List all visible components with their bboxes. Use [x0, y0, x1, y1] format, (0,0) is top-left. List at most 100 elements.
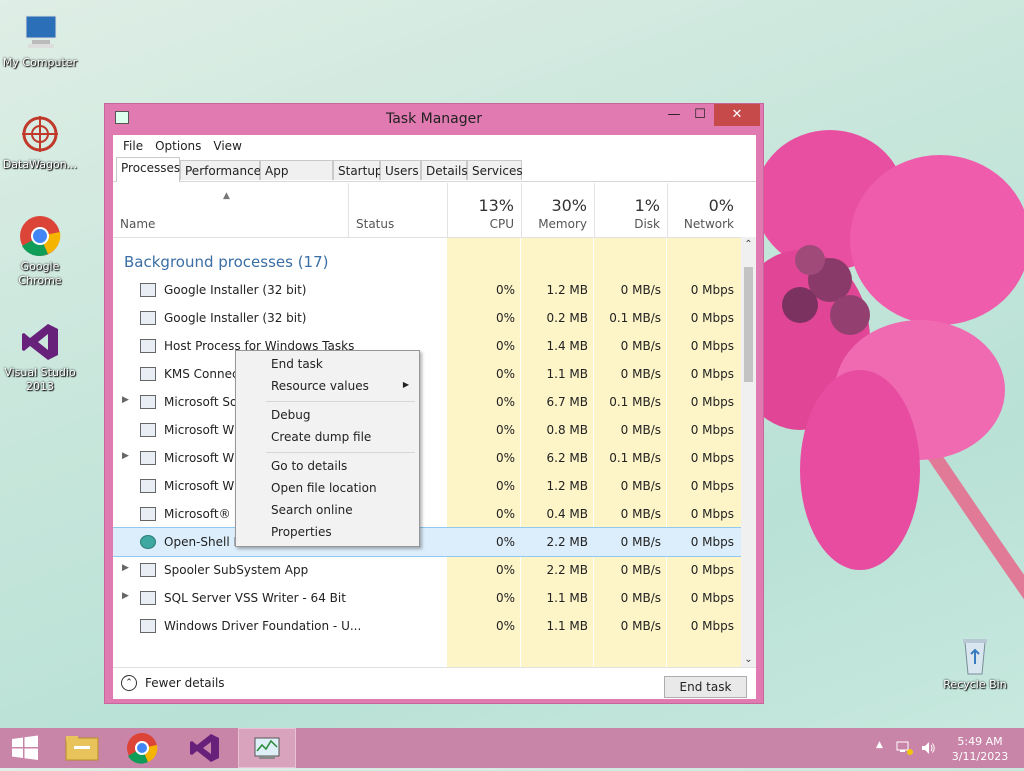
process-mem-value: 6.7 MB: [546, 395, 588, 409]
ctx-go-to-details[interactable]: Go to details: [271, 459, 347, 473]
process-row[interactable]: ▶ SQL Server VSS Writer - 64 Bit 0% 1.1 MB 0…: [113, 584, 741, 612]
volume-icon[interactable]: [920, 740, 936, 756]
desktop-icon-label: DataWagon...: [2, 158, 78, 171]
expand-arrow-icon[interactable]: ▶: [122, 563, 129, 573]
process-net-value: 0 Mbps: [690, 479, 734, 493]
fewer-details-label: Fewer details: [145, 676, 225, 690]
datawagon-icon: [18, 112, 62, 156]
menu-view[interactable]: View: [207, 139, 247, 153]
process-row[interactable]: KMS Connect 0% 1.1 MB 0 MB/s 0 Mbps: [113, 360, 741, 388]
computer-icon: [18, 10, 62, 54]
process-icon: [140, 591, 156, 605]
process-row[interactable]: Microsoft Win 0% 1.2 MB 0 MB/s 0 Mbps: [113, 472, 741, 500]
desktop-icon-my-computer[interactable]: My Computer: [0, 10, 80, 70]
ctx-search-online[interactable]: Search online: [271, 503, 353, 517]
process-icon: [140, 423, 156, 437]
process-net-value: 0 Mbps: [690, 311, 734, 325]
process-cpu-value: 0%: [495, 563, 515, 577]
process-row[interactable]: Windows Driver Foundation - U... 0% 1.1 MB…: [113, 612, 741, 640]
process-mem-value: 1.2 MB: [546, 283, 588, 297]
process-icon: [140, 563, 156, 577]
minimize-button[interactable]: —: [660, 104, 688, 126]
process-name: Microsoft Win: [164, 451, 245, 465]
tab-processes[interactable]: Processes: [116, 157, 180, 182]
process-name: Spooler SubSystem App: [164, 563, 309, 577]
process-net-value: 0 Mbps: [690, 395, 734, 409]
tab-app-history[interactable]: App history: [260, 160, 333, 198]
title-bar[interactable]: Task Manager — ☐ ✕: [105, 104, 763, 132]
desktop-icon-recycle-bin[interactable]: Recycle Bin: [935, 632, 1015, 692]
system-tray: ▲: [874, 728, 944, 768]
process-icon: [140, 283, 156, 297]
taskbar-visual-studio[interactable]: [178, 728, 230, 768]
fewer-details-toggle[interactable]: ⌃ Fewer details: [121, 675, 225, 691]
client-area: File Options View Processes Performance …: [113, 135, 756, 699]
recycle-bin-icon: [953, 632, 997, 676]
taskbar-chrome[interactable]: [116, 728, 168, 768]
tab-details[interactable]: Details: [421, 160, 468, 180]
process-row[interactable]: Open-Shell Menu 0% 2.2 MB 0 MB/s 0 Mbps: [113, 527, 742, 557]
desktop-icon-google-chrome[interactable]: Google Chrome: [0, 214, 80, 288]
close-button[interactable]: ✕: [714, 104, 760, 126]
scroll-down-icon[interactable]: ⌄: [741, 654, 756, 665]
tab-users[interactable]: Users: [380, 160, 421, 180]
ctx-properties[interactable]: Properties: [271, 525, 332, 539]
ctx-end-task[interactable]: End task: [271, 357, 323, 371]
ctx-create-dump-file[interactable]: Create dump file: [271, 430, 371, 444]
group-background-processes[interactable]: Background processes (17): [124, 253, 329, 271]
expand-arrow-icon[interactable]: ▶: [122, 591, 129, 601]
col-network[interactable]: 0% Network: [667, 183, 741, 237]
task-manager-icon: [254, 737, 280, 759]
col-memory[interactable]: 30% Memory: [521, 183, 594, 237]
process-icon: [140, 367, 156, 381]
scrollbar-thumb[interactable]: [744, 267, 753, 382]
process-icon: [140, 507, 156, 521]
start-button[interactable]: [0, 728, 52, 768]
memory-label: Memory: [538, 217, 587, 231]
ctx-open-file-location[interactable]: Open file location: [271, 481, 377, 495]
maximize-button[interactable]: ☐: [686, 104, 714, 126]
process-row[interactable]: ▶ Microsoft Soft 0% 6.7 MB 0.1 MB/s 0 Mbps: [113, 388, 741, 416]
desktop-icon-visual-studio[interactable]: Visual Studio 2013: [0, 320, 80, 394]
sort-up-icon: ▲: [223, 191, 230, 201]
expand-arrow-icon[interactable]: ▶: [122, 395, 129, 405]
vertical-scrollbar[interactable]: ⌃ ⌄: [741, 237, 756, 667]
cpu-label: CPU: [489, 217, 514, 231]
process-row[interactable]: Google Installer (32 bit) 0% 0.2 MB 0.1 MB/…: [113, 304, 741, 332]
process-row[interactable]: Microsoft® G 0% 0.4 MB 0 MB/s 0 Mbps: [113, 500, 741, 528]
col-disk[interactable]: 1% Disk: [594, 183, 667, 237]
col-status[interactable]: Status: [348, 183, 447, 237]
scroll-up-icon[interactable]: ⌃: [741, 239, 756, 250]
tab-services[interactable]: Services: [467, 160, 523, 180]
ctx-debug[interactable]: Debug: [271, 408, 310, 422]
ctx-resource-values[interactable]: Resource values: [271, 379, 369, 393]
process-icon: [140, 311, 156, 325]
desktop-icon-datawagon[interactable]: DataWagon...: [0, 112, 80, 172]
process-row[interactable]: Host Process for Windows Tasks 0% 1.4 MB 0 …: [113, 332, 741, 360]
process-name: Google Installer (32 bit): [164, 283, 307, 297]
tab-startup[interactable]: Startup: [333, 160, 383, 180]
taskbar-file-explorer[interactable]: [56, 728, 108, 768]
clock[interactable]: 5:49 AM 3/11/2023: [944, 734, 1016, 764]
process-disk-value: 0 MB/s: [620, 619, 661, 633]
process-row[interactable]: Microsoft Win 0% 0.8 MB 0 MB/s 0 Mbps: [113, 416, 741, 444]
menu-file[interactable]: File: [117, 139, 149, 153]
process-disk-value: 0 MB/s: [620, 591, 661, 605]
process-row[interactable]: ▶ Spooler SubSystem App 0% 2.2 MB 0 MB/s 0 Mb…: [113, 556, 741, 584]
process-disk-value: 0 MB/s: [620, 367, 661, 381]
network-icon[interactable]: [896, 740, 914, 756]
tab-performance[interactable]: Performance: [180, 160, 261, 180]
show-hidden-icons-icon[interactable]: ▲: [876, 740, 883, 750]
expand-arrow-icon[interactable]: ▶: [122, 451, 129, 461]
end-task-button[interactable]: End task: [664, 676, 747, 698]
process-row[interactable]: Google Installer (32 bit) 0% 1.2 MB 0 MB/s 0…: [113, 276, 741, 304]
desktop-icon-label: Visual Studio 2013: [4, 366, 76, 393]
col-cpu[interactable]: 13% CPU: [447, 183, 521, 237]
desktop-icon-label: My Computer: [2, 56, 78, 69]
menu-options[interactable]: Options: [149, 139, 207, 153]
taskbar-task-manager[interactable]: [238, 728, 296, 768]
process-row[interactable]: ▶ Microsoft Win 0% 6.2 MB 0.1 MB/s 0 Mbps: [113, 444, 741, 472]
col-name[interactable]: ▲ Name: [113, 183, 348, 237]
process-net-value: 0 Mbps: [690, 283, 734, 297]
network-percent: 0%: [708, 196, 734, 215]
